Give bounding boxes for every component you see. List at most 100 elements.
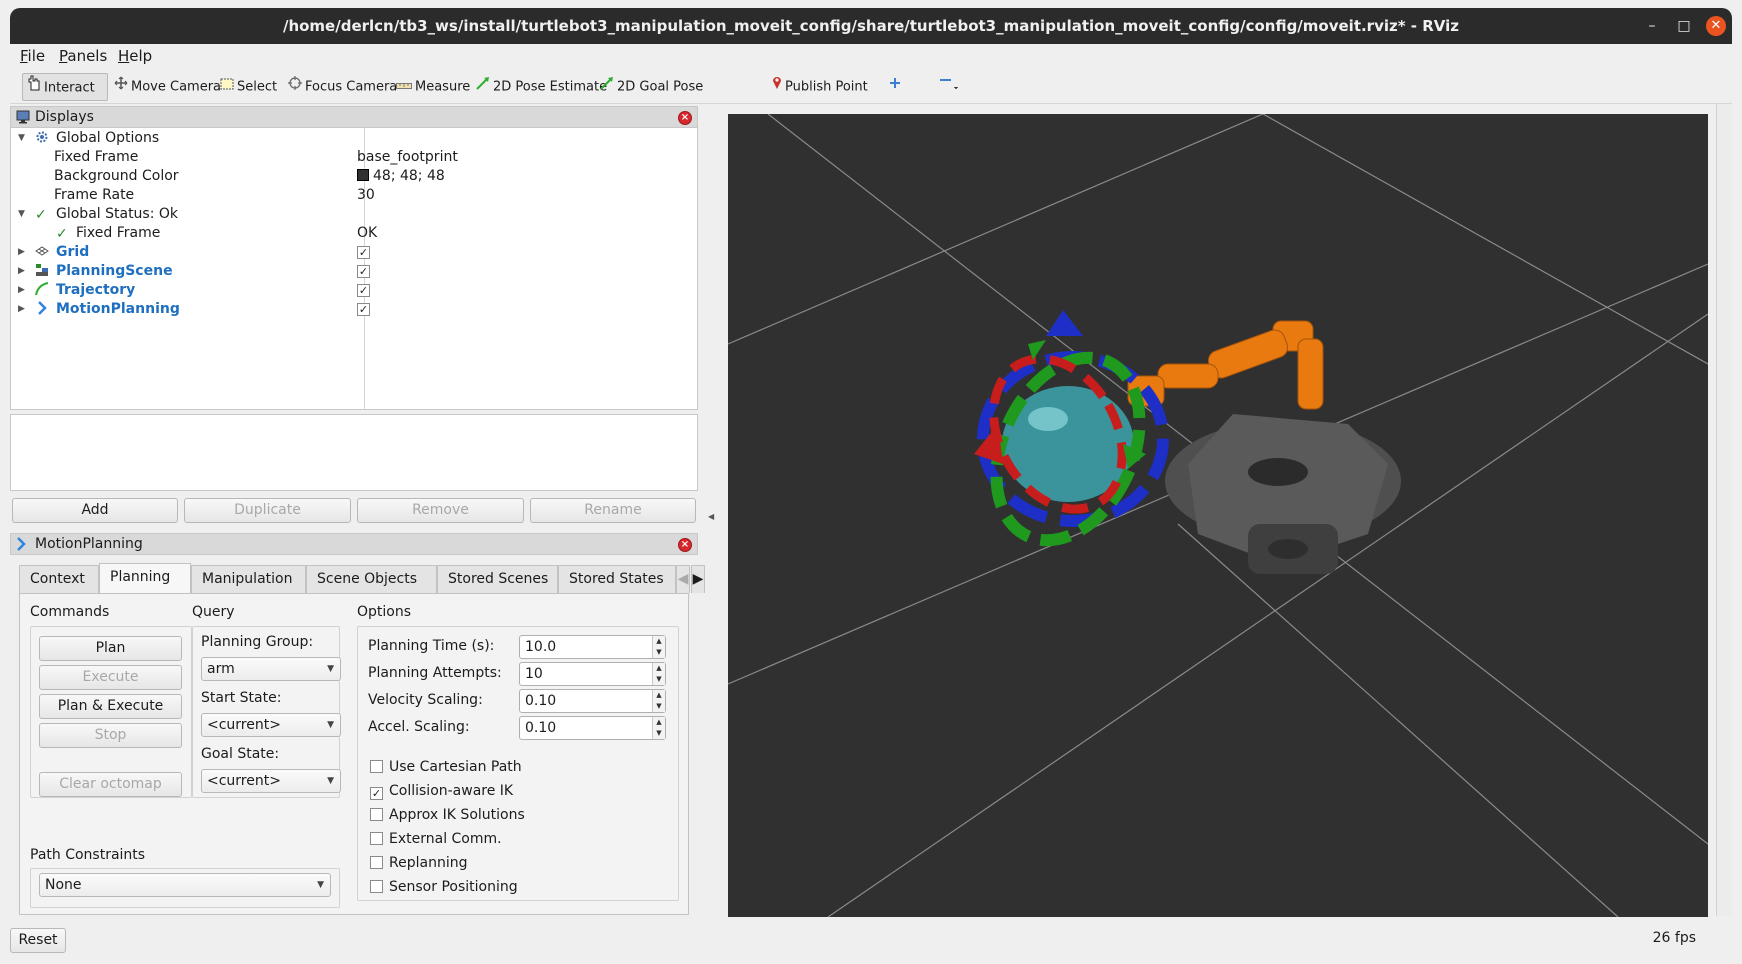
accel-scaling-input[interactable]: 0.10 ▲ ▼ bbox=[519, 716, 666, 740]
menu-panels[interactable]: Panels bbox=[59, 47, 107, 65]
add-tool-button[interactable] bbox=[884, 73, 909, 101]
tree-value-color[interactable]: 48; 48; 48 bbox=[357, 167, 445, 186]
select-icon bbox=[220, 73, 234, 101]
spinner-arrows-icon[interactable]: ▲ ▼ bbox=[652, 636, 665, 658]
goal-state-select[interactable]: <current> ▼ bbox=[201, 769, 341, 793]
tree-value[interactable]: base_footprint bbox=[357, 148, 458, 167]
expand-arrow-icon[interactable]: ▼ bbox=[18, 205, 25, 224]
tool-2d-pose-estimate[interactable]: 2D Pose Estimate bbox=[472, 73, 611, 101]
hand-pointer-icon bbox=[27, 74, 41, 102]
tree-row-grid[interactable]: ▶ Grid ✓ bbox=[11, 243, 697, 262]
close-displays-panel-button[interactable]: × bbox=[678, 111, 692, 125]
rename-display-button[interactable]: Rename bbox=[530, 498, 696, 523]
chevron-down-icon: ▼ bbox=[327, 720, 334, 730]
displays-tree[interactable]: ▼ Global Options Fixed Frame base_footpr… bbox=[10, 127, 698, 410]
tool-publish-point[interactable]: Publish Point bbox=[768, 73, 872, 101]
tab-stored-scenes[interactable]: Stored Scenes bbox=[437, 565, 558, 593]
trajectory-enable-checkbox[interactable]: ✓ bbox=[357, 281, 370, 300]
tree-row-trajectory[interactable]: ▶ Trajectory ✓ bbox=[11, 281, 697, 300]
path-constraints-select[interactable]: None ▼ bbox=[39, 873, 331, 897]
close-window-button[interactable]: ✕ bbox=[1706, 16, 1726, 36]
tab-scroll-right[interactable]: ▶ bbox=[691, 565, 705, 593]
sensor-positioning-checkbox[interactable]: Sensor Positioning bbox=[370, 879, 518, 895]
plan-execute-button[interactable]: Plan & Execute bbox=[39, 694, 182, 719]
collapse-arrow-icon[interactable]: ▶ bbox=[18, 243, 25, 262]
tree-row-motion-planning[interactable]: ▶ MotionPlanning ✓ bbox=[11, 300, 697, 319]
checkbox-box bbox=[370, 880, 383, 893]
menu-file[interactable]: File bbox=[20, 47, 45, 65]
planning-tab-content: Commands Plan Execute Plan & Execute Sto… bbox=[19, 593, 689, 915]
start-state-label: Start State: bbox=[201, 690, 282, 706]
spinner-arrows-icon[interactable]: ▲ ▼ bbox=[652, 690, 665, 712]
close-motion-planning-panel-button[interactable]: × bbox=[678, 538, 692, 552]
maximize-button[interactable]: □ bbox=[1674, 16, 1694, 36]
duplicate-display-button[interactable]: Duplicate bbox=[184, 498, 351, 523]
tree-value[interactable]: 30 bbox=[357, 186, 375, 205]
tab-manipulation[interactable]: Manipulation bbox=[191, 565, 306, 593]
clear-octomap-button[interactable]: Clear octomap bbox=[39, 772, 182, 797]
planning-scene-enable-checkbox[interactable]: ✓ bbox=[357, 262, 370, 281]
render-viewport-3d[interactable] bbox=[727, 113, 1709, 918]
tree-row-frame-rate[interactable]: Frame Rate 30 bbox=[11, 186, 697, 205]
tool-select[interactable]: Select bbox=[216, 73, 281, 101]
plan-button[interactable]: Plan bbox=[39, 636, 182, 661]
spinner-arrows-icon[interactable]: ▲ ▼ bbox=[652, 663, 665, 685]
focus-camera-icon bbox=[288, 73, 302, 101]
approx-ik-checkbox[interactable]: Approx IK Solutions bbox=[370, 807, 525, 823]
tool-move-camera[interactable]: Move Camera bbox=[110, 73, 225, 101]
add-display-button[interactable]: Add bbox=[12, 498, 178, 523]
tree-row-fixed-frame[interactable]: Fixed Frame base_footprint bbox=[11, 148, 697, 167]
tool-measure-label: Measure bbox=[415, 79, 471, 95]
tool-2d-goal-pose-label: 2D Goal Pose bbox=[617, 79, 704, 95]
interactive-marker bbox=[974, 310, 1169, 547]
viewport-side-handle[interactable] bbox=[1716, 104, 1732, 916]
stop-button[interactable]: Stop bbox=[39, 723, 182, 748]
reset-button[interactable]: Reset bbox=[10, 928, 66, 953]
tool-measure[interactable]: Measure bbox=[392, 73, 474, 101]
tab-planning[interactable]: Planning bbox=[99, 563, 191, 593]
checkbox-label: Sensor Positioning bbox=[389, 879, 518, 895]
tree-row-global-status[interactable]: ▼ ✓ Global Status: Ok bbox=[11, 205, 697, 224]
tab-scroll-left[interactable]: ◀ bbox=[676, 565, 690, 593]
remove-tool-button[interactable] bbox=[934, 73, 967, 101]
collapse-arrow-icon[interactable]: ▶ bbox=[18, 281, 25, 300]
splitter-left-arrow-icon[interactable]: ◀ bbox=[708, 512, 714, 521]
checkbox-label: Replanning bbox=[389, 855, 468, 871]
minimize-button[interactable]: – bbox=[1642, 16, 1662, 36]
checkbox-label: Approx IK Solutions bbox=[389, 807, 525, 823]
execute-button[interactable]: Execute bbox=[39, 665, 182, 690]
velocity-scaling-input[interactable]: 0.10 ▲ ▼ bbox=[519, 689, 666, 713]
start-state-select[interactable]: <current> ▼ bbox=[201, 713, 341, 737]
collapse-arrow-icon[interactable]: ▶ bbox=[18, 300, 25, 319]
window-title: /home/derlcn/tb3_ws/install/turtlebot3_m… bbox=[282, 17, 1460, 35]
planning-time-input[interactable]: 10.0 ▲ ▼ bbox=[519, 635, 666, 659]
scene-render bbox=[727, 113, 1709, 918]
expand-arrow-icon[interactable]: ▼ bbox=[18, 129, 25, 148]
motion-planning-enable-checkbox[interactable]: ✓ bbox=[357, 300, 370, 319]
path-constraints-label: Path Constraints bbox=[30, 847, 146, 863]
replanning-checkbox[interactable]: Replanning bbox=[370, 855, 467, 871]
displays-panel-title: Displays bbox=[35, 109, 94, 125]
tab-context[interactable]: Context bbox=[19, 565, 99, 593]
tree-row-planning-scene[interactable]: ▶ PlanningScene ✓ bbox=[11, 262, 697, 281]
tree-row-background-color[interactable]: Background Color 48; 48; 48 bbox=[11, 167, 697, 186]
spinner-arrows-icon[interactable]: ▲ ▼ bbox=[652, 717, 665, 739]
external-comm-checkbox[interactable]: External Comm. bbox=[370, 831, 502, 847]
collision-aware-ik-checkbox[interactable]: ✓ Collision-aware IK bbox=[370, 783, 513, 800]
tool-interact[interactable]: Interact bbox=[22, 73, 108, 101]
use-cartesian-path-checkbox[interactable]: Use Cartesian Path bbox=[370, 759, 522, 775]
tab-stored-states[interactable]: Stored States bbox=[558, 565, 676, 593]
tree-row-status-fixed-frame[interactable]: ✓ Fixed Frame OK bbox=[11, 224, 697, 243]
menu-help[interactable]: Help bbox=[118, 47, 152, 65]
collapse-arrow-icon[interactable]: ▶ bbox=[18, 262, 25, 281]
tool-focus-camera[interactable]: Focus Camera bbox=[284, 73, 401, 101]
planning-attempts-input[interactable]: 10 ▲ ▼ bbox=[519, 662, 666, 686]
tool-2d-goal-pose[interactable]: 2D Goal Pose bbox=[596, 73, 707, 101]
remove-display-button[interactable]: Remove bbox=[357, 498, 524, 523]
tree-row-global-options[interactable]: ▼ Global Options bbox=[11, 129, 697, 148]
planning-group-select[interactable]: arm ▼ bbox=[201, 657, 341, 681]
tree-label: PlanningScene bbox=[56, 263, 173, 279]
grid-enable-checkbox[interactable]: ✓ bbox=[357, 243, 370, 262]
tab-scene-objects[interactable]: Scene Objects bbox=[306, 565, 437, 593]
tool-focus-camera-label: Focus Camera bbox=[305, 79, 398, 95]
